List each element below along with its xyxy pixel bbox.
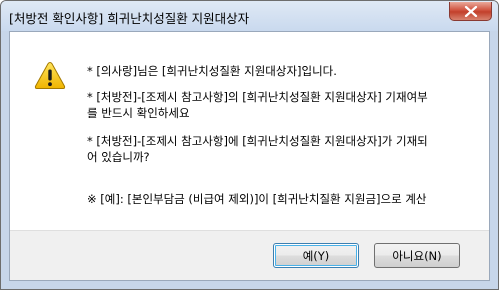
dialog-body: * [의사랑]님은 [희귀난치성질환 지원대상자]입니다. * [처방전]-[조…	[9, 31, 490, 281]
close-icon	[464, 6, 478, 17]
warning-icon	[34, 61, 66, 89]
message-paragraph: * [처방전]-[조제시 참고사항]에 [희귀난치성질환 지원대상자]가 기재되…	[87, 133, 477, 165]
button-bar: 예(Y) 아니요(N)	[10, 230, 489, 280]
message-line: * [처방전]-[조제시 참고사항]에 [희귀난치성질환 지원대상자]가 기재되	[87, 134, 428, 148]
message-line: 어 있습니까?	[87, 150, 150, 164]
title-bar[interactable]: [처방전 확인사항] 희귀난치성질환 지원대상자	[1, 1, 498, 31]
message-paragraph: * [처방전]-[조제시 참고사항]의 [희귀난치성질환 지원대상자] 기재여부…	[87, 89, 477, 121]
message-line: * [처방전]-[조제시 참고사항]의 [희귀난치성질환 지원대상자] 기재여부	[87, 90, 428, 104]
message-area: * [의사랑]님은 [희귀난치성질환 지원대상자]입니다. * [처방전]-[조…	[10, 32, 489, 231]
message-line: * [의사랑]님은 [희귀난치성질환 지원대상자]입니다.	[87, 64, 337, 78]
yes-button[interactable]: 예(Y)	[273, 243, 359, 268]
no-button[interactable]: 아니요(N)	[374, 243, 460, 268]
message-note: ※ [예]: [본인부담금 (비급여 제외)]이 [희귀난치질환 지원금]으로 …	[87, 192, 427, 206]
window-title: [처방전 확인사항] 희귀난치성질환 지원대상자	[9, 11, 250, 26]
close-button[interactable]	[449, 2, 492, 21]
message-line: 를 반드시 확인하세요	[87, 106, 190, 120]
dialog-window: [처방전 확인사항] 희귀난치성질환 지원대상자 * [의사랑]님은 [희귀난치…	[0, 0, 499, 290]
